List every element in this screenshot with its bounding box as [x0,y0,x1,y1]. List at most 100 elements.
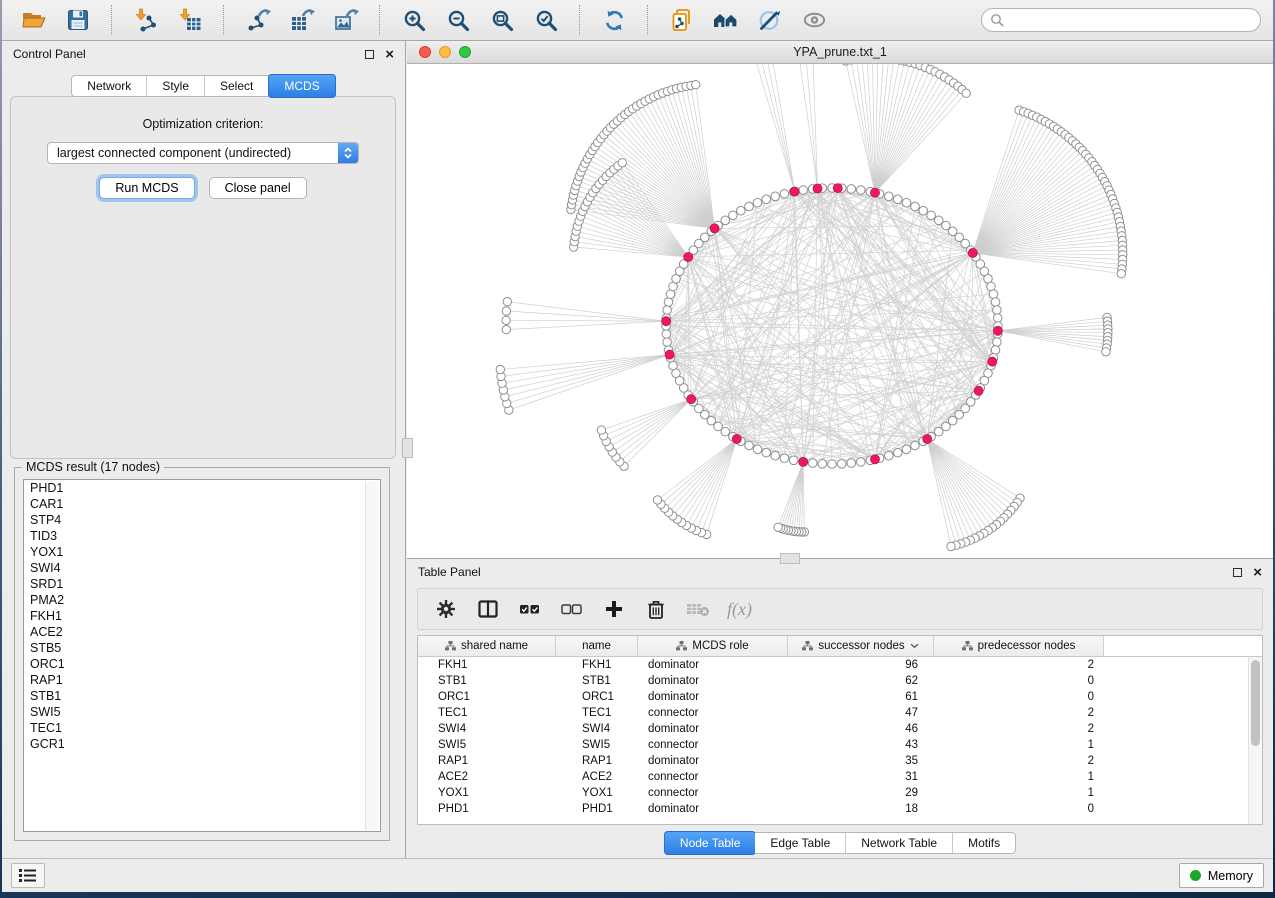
delete-column-button[interactable] [638,594,673,624]
sort-desc-icon [910,643,919,649]
search-input[interactable] [981,8,1261,32]
desktop: Control Panel × NetworkStyleSelectMCDS O… [0,0,1275,898]
main-toolbar [2,0,1273,41]
network-view[interactable] [407,64,1273,558]
column-header-predecessor-nodes[interactable]: predecessor nodes [934,636,1104,656]
zoom-selected-button[interactable] [526,3,566,37]
open-file-button[interactable] [14,3,54,37]
table-row[interactable]: STB1STB1dominator620 [418,673,1262,689]
import-table-button[interactable] [170,3,210,37]
list-item[interactable]: STB1 [24,688,380,704]
deselect-all-button[interactable] [554,594,589,624]
mcds-result-list[interactable]: PHD1CAR1STP4TID3YOX1SWI4SRD1PMA2FKH1ACE2… [23,479,381,832]
table-scrollbar[interactable] [1248,657,1262,824]
close-panel-button[interactable]: Close panel [209,177,307,199]
list-item[interactable]: PHD1 [24,480,380,496]
toolbar-separator [223,5,225,35]
zoom-in-button[interactable] [394,3,434,37]
export-table-button[interactable] [282,3,322,37]
network-overview-button[interactable] [706,3,746,37]
table-header-row: shared name nameMCDS rolesuccessor nodesp… [418,636,1262,657]
table-cell: 35 [788,755,934,767]
tab-mcds[interactable]: MCDS [268,74,335,98]
table-row[interactable]: ACE2ACE2connector311 [418,769,1262,785]
table-row[interactable]: SWI4SWI4dominator462 [418,721,1262,737]
table-row[interactable]: YOX1YOX1connector291 [418,785,1262,801]
zoom-fit-button[interactable] [482,3,522,37]
table-row[interactable]: PHD1PHD1dominator180 [418,801,1262,817]
table-cell: 1 [934,739,1104,751]
list-item[interactable]: FKH1 [24,608,380,624]
list-item[interactable]: GCR1 [24,736,380,752]
memory-button[interactable]: Memory [1179,863,1264,888]
column-header-MCDS-role[interactable]: MCDS role [638,636,788,656]
optimization-criterion-select[interactable]: largest connected component (undirected) [47,142,359,164]
add-column-button[interactable] [596,594,631,624]
maximize-window-icon[interactable] [459,46,471,58]
table-cell: 2 [934,659,1104,671]
close-panel-icon[interactable]: × [385,47,394,62]
list-item[interactable]: PMA2 [24,592,380,608]
save-floppy-icon [67,9,89,31]
table-tab-motifs[interactable]: Motifs [953,833,1015,853]
list-item[interactable]: ORC1 [24,656,380,672]
list-item[interactable]: SWI5 [24,704,380,720]
show-columns-button[interactable] [470,594,505,624]
column-header-name[interactable]: name [556,636,638,656]
list-item[interactable]: SRD1 [24,576,380,592]
table-row[interactable]: FKH1FKH1dominator962 [418,657,1262,673]
export-network-button[interactable] [238,3,278,37]
table-cell: FKH1 [418,659,556,671]
list-item[interactable]: TEC1 [24,720,380,736]
table-row[interactable]: RAP1RAP1dominator352 [418,753,1262,769]
vizmapper-button[interactable] [750,3,790,37]
list-item[interactable]: YOX1 [24,544,380,560]
float-panel-icon[interactable] [365,50,374,59]
list-item[interactable]: TID3 [24,528,380,544]
list-item[interactable]: STB5 [24,640,380,656]
function-builder-button[interactable]: f(x) [722,594,757,624]
select-all-button[interactable] [512,594,547,624]
table-settings-button[interactable] [428,594,463,624]
save-session-button[interactable] [58,3,98,37]
close-table-panel-icon[interactable]: × [1253,565,1262,580]
run-mcds-button[interactable]: Run MCDS [99,177,194,199]
table-row[interactable]: ORC1ORC1dominator610 [418,689,1262,705]
list-item[interactable]: CAR1 [24,496,380,512]
table-row[interactable]: TEC1TEC1connector472 [418,705,1262,721]
node-table[interactable]: shared name nameMCDS rolesuccessor nodesp… [417,635,1263,825]
table-scrollbar-thumb[interactable] [1251,660,1260,746]
column-header-label: shared name [461,640,528,652]
zoom-fit-icon [491,9,514,32]
horizontal-splitter[interactable] [780,553,800,564]
tab-style[interactable]: Style [147,76,205,96]
show-graphics-details-button[interactable] [794,3,834,37]
toolbar-separator [379,5,381,35]
column-header-shared-name[interactable]: shared name [418,636,556,656]
zoom-out-button[interactable] [438,3,478,37]
list-item[interactable]: SWI4 [24,560,380,576]
export-image-button[interactable] [326,3,366,37]
delete-table-button[interactable] [680,594,715,624]
list-item[interactable]: STP4 [24,512,380,528]
tab-select[interactable]: Select [205,76,269,96]
new-network-from-selection-button[interactable] [662,3,702,37]
import-network-button[interactable] [126,3,166,37]
list-scrollbar[interactable] [365,481,379,830]
tab-network[interactable]: Network [72,76,147,96]
table-tab-edge-table[interactable]: Edge Table [755,833,846,853]
minimize-window-icon[interactable] [439,46,451,58]
refresh-button[interactable] [594,3,634,37]
vertical-splitter[interactable] [402,438,413,458]
list-icon [19,868,37,883]
float-table-panel-icon[interactable] [1233,568,1242,577]
list-item[interactable]: RAP1 [24,672,380,688]
table-tab-network-table[interactable]: Network Table [846,833,953,853]
column-header-successor-nodes[interactable]: successor nodes [788,636,934,656]
list-item[interactable]: ACE2 [24,624,380,640]
table-row[interactable]: SWI5SWI5connector431 [418,737,1262,753]
trash-icon [647,599,665,619]
task-history-button[interactable] [11,863,45,888]
table-tab-node-table[interactable]: Node Table [664,831,757,855]
close-window-icon[interactable] [419,46,431,58]
